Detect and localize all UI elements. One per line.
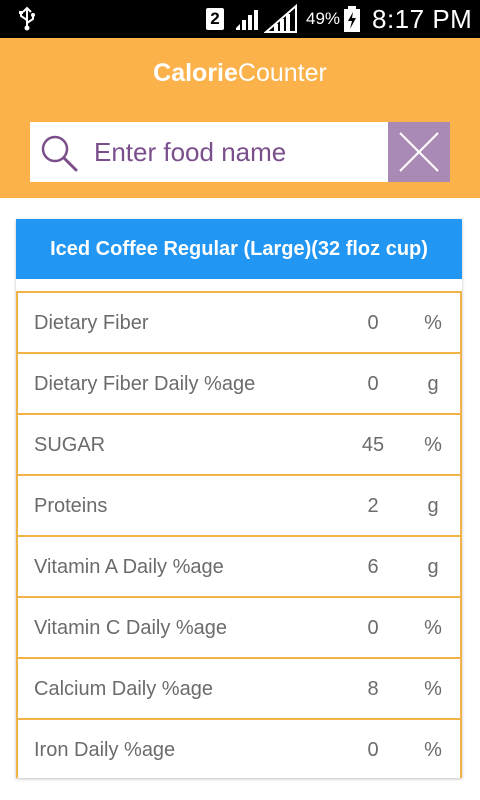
- app-title-regular: Counter: [237, 59, 327, 87]
- nutrient-value: 0: [367, 312, 379, 334]
- nutrient-row: Dietary Fiber Daily %age 0 g: [16, 352, 462, 413]
- nutrient-name: SUGAR: [34, 434, 106, 456]
- nutrient-value: 8: [367, 678, 379, 700]
- clock: 8:17 PM: [372, 4, 473, 34]
- search-icon: [38, 132, 80, 174]
- nutrient-row: Proteins 2 g: [16, 474, 462, 535]
- nutrient-list: Dietary Fiber 0 % Dietary Fiber Daily %a…: [16, 291, 462, 778]
- battery-percent: 49%: [306, 9, 341, 28]
- nutrient-name: Vitamin A Daily %age: [34, 556, 224, 578]
- battery-charging-icon: [342, 5, 362, 33]
- nutrient-unit: %: [424, 434, 442, 456]
- nutrient-value: 6: [367, 556, 379, 578]
- nutrient-unit: %: [424, 739, 442, 761]
- nutrient-unit: %: [424, 312, 442, 334]
- nutrient-value: 0: [367, 617, 379, 639]
- search-bar: [30, 122, 450, 182]
- usb-icon: [14, 6, 40, 32]
- status-bar: 2 49% 8:17 PM: [0, 0, 480, 38]
- nutrient-row: Calcium Daily %age 8 %: [16, 657, 462, 718]
- nutrition-card: Iced Coffee Regular (Large)(32 floz cup)…: [16, 219, 462, 778]
- nutrient-name: Iron Daily %age: [34, 739, 176, 761]
- close-icon: [399, 132, 439, 172]
- signal-icon: [263, 3, 298, 34]
- nutrient-name: Proteins: [34, 495, 108, 517]
- nutrient-row: SUGAR 45 %: [16, 413, 462, 474]
- app-title-bold: Calorie: [153, 59, 238, 87]
- nutrient-row: Vitamin A Daily %age 6 g: [16, 535, 462, 596]
- search-input[interactable]: [94, 122, 414, 182]
- nutrient-row: Iron Daily %age 0 %: [16, 718, 462, 778]
- signal-icon: [230, 6, 260, 32]
- app-title: CalorieCounter: [0, 59, 480, 88]
- nutrient-unit: %: [424, 678, 442, 700]
- nutrient-name: Calcium Daily %age: [34, 678, 213, 700]
- nutrient-value: 45: [361, 434, 385, 456]
- nutrient-row: Vitamin C Daily %age 0 %: [16, 596, 462, 657]
- nutrient-unit: g: [427, 495, 439, 517]
- clear-search-button[interactable]: [388, 122, 450, 182]
- app-header: CalorieCounter: [0, 38, 480, 198]
- nutrient-value: 0: [367, 373, 379, 395]
- nutrient-name: Dietary Fiber Daily %age: [34, 373, 256, 395]
- nutrient-value: 2: [367, 495, 379, 517]
- nutrient-name: Dietary Fiber: [34, 312, 149, 334]
- nutrient-name: Vitamin C Daily %age: [34, 617, 228, 639]
- nutrient-unit: g: [427, 373, 439, 395]
- nutrient-row: Dietary Fiber 0 %: [16, 291, 462, 352]
- food-title: Iced Coffee Regular (Large)(32 floz cup): [16, 219, 462, 279]
- sim-slot-indicator: 2: [206, 8, 224, 30]
- nutrient-unit: %: [424, 617, 442, 639]
- nutrient-unit: g: [427, 556, 439, 578]
- nutrient-value: 0: [367, 739, 379, 761]
